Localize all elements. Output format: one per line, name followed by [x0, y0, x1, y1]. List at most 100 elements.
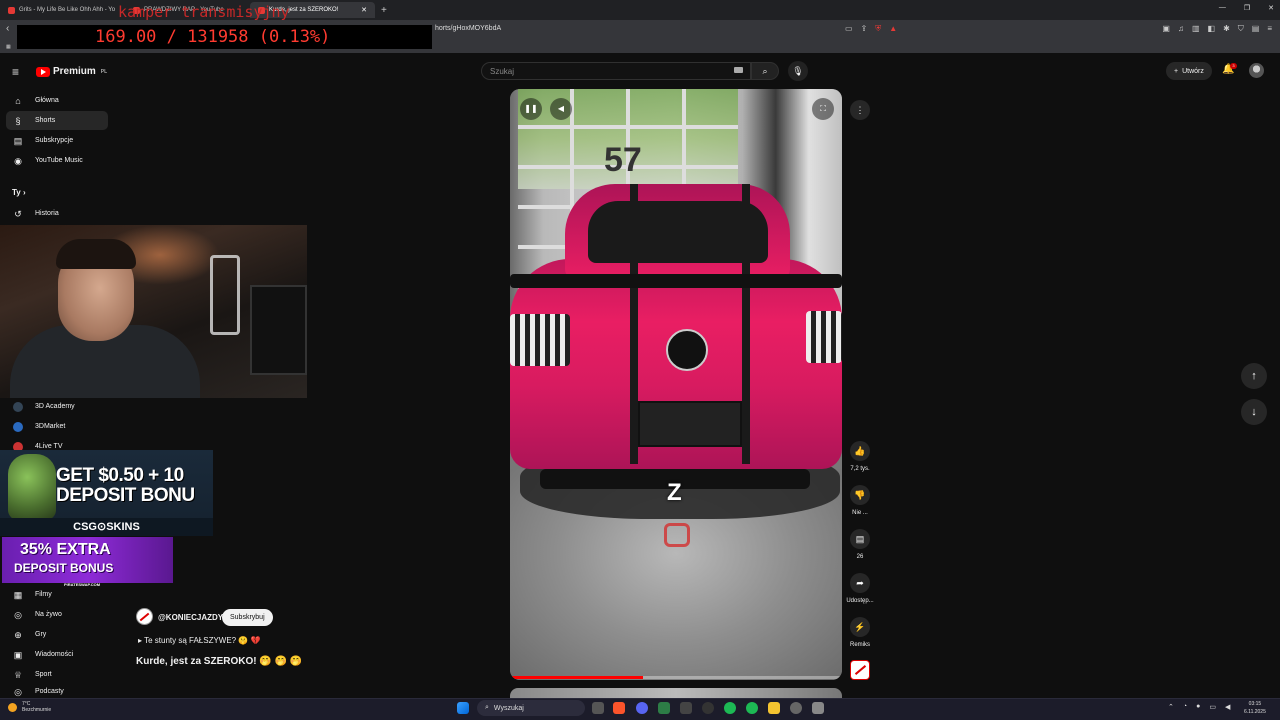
sidebar-toggle-icon[interactable]: ▣	[1162, 24, 1170, 34]
plus-icon: +	[1174, 67, 1179, 75]
weather-widget[interactable]: 7°C Bezchmurnie	[8, 701, 51, 713]
xbox-icon[interactable]	[658, 702, 670, 714]
sound-channel-avatar[interactable]	[850, 660, 870, 680]
cast-icon[interactable]: ▭	[845, 24, 853, 34]
account-avatar[interactable]	[1249, 63, 1264, 78]
taskbar-clock[interactable]: 03:15 6.11.2025	[1244, 700, 1266, 716]
csgoskins-logo: CSG⊙SKINS	[0, 518, 213, 536]
youtube-favicon-icon	[8, 6, 15, 14]
pirateswap-ad-banner[interactable]: 35% EXTRA DEPOSIT BONUS	[2, 537, 173, 583]
spotify-icon[interactable]	[724, 702, 736, 714]
media-player-icon[interactable]	[790, 702, 802, 714]
sidebar-item-movies[interactable]: ▦ Filmy	[6, 585, 108, 604]
playlist-link[interactable]: ▸ Te stunty są FAŁSZYWE? 🤫 💔	[138, 636, 261, 645]
youtube-premium-logo[interactable]: Premium PL	[36, 66, 107, 77]
wallet-icon[interactable]: ▤	[1252, 24, 1260, 34]
sidebar-item-home[interactable]: ⌂ Główna	[6, 91, 108, 110]
sidebar-item-gaming[interactable]: ⊕ Gry	[6, 625, 108, 644]
vpn-icon[interactable]: ⛉	[1238, 24, 1244, 34]
shield-extension-icon[interactable]: ⛨	[875, 24, 881, 34]
chevron-up-icon[interactable]: ⌃	[1168, 703, 1174, 711]
pause-button[interactable]: ❚❚	[520, 98, 542, 120]
sidebar-item-live[interactable]: ◎ Na żywo	[6, 605, 108, 624]
share-icon[interactable]: ⇪	[861, 24, 868, 34]
home-icon: ⌂	[15, 95, 21, 106]
csgoskins-ad-banner[interactable]: GET $0.50 + 10 DEPOSIT BONU CSG⊙SKINS	[0, 450, 213, 536]
restore-icon[interactable]: ❐	[1244, 4, 1250, 12]
search-input[interactable]: Szukaj	[481, 62, 751, 80]
tray-app-icon[interactable]: ◔	[1183, 703, 1187, 711]
spotify-alt-icon[interactable]	[746, 702, 758, 714]
taskbar-search[interactable]: ⌕ Wyszukaj	[477, 700, 585, 716]
dislike-action[interactable]: 👎 Nie ...	[845, 485, 875, 516]
sidebar-item-subscriptions[interactable]: ▤ Subskrypcje	[6, 131, 108, 150]
app-icon[interactable]	[680, 702, 692, 714]
remix-action[interactable]: ⚡ Remiks	[845, 617, 875, 648]
brave-browser-icon[interactable]	[613, 702, 625, 714]
obs-icon[interactable]	[702, 702, 714, 714]
sidebar-item-shorts[interactable]: § Shorts	[6, 111, 108, 130]
network-icon[interactable]: ▭	[1209, 703, 1216, 711]
extensions-icon[interactable]: ✱	[1223, 24, 1230, 34]
video-progress-bar[interactable]	[510, 676, 842, 679]
menu-icon[interactable]: ≡	[1267, 24, 1272, 34]
sidebar-item-sport[interactable]: ♕ Sport	[6, 665, 108, 684]
sidebar-item-history[interactable]: ↺ Historia	[6, 204, 108, 223]
thumbs-up-icon: 👍	[850, 441, 870, 461]
microphone-icon[interactable]: ●	[1196, 703, 1200, 711]
split-view-icon[interactable]: ◧	[1208, 24, 1216, 34]
url-field[interactable]: horts/gHoxMOY6bdA	[435, 25, 501, 32]
windows-start-icon[interactable]	[457, 702, 469, 714]
channel-name[interactable]: @KONIECJAZDY	[158, 613, 223, 622]
close-tab-icon[interactable]: ✕	[361, 6, 367, 14]
fullscreen-button[interactable]: ⛶	[812, 98, 834, 120]
short-video-player[interactable]: 57 Z ❚❚ ◀ ⛶	[510, 89, 842, 680]
more-vertical-icon: ⋮	[855, 105, 865, 115]
back-icon[interactable]: ‹	[6, 23, 9, 34]
volume-icon[interactable]: ◀	[1225, 703, 1230, 711]
hamburger-menu-icon[interactable]: ≡	[12, 65, 19, 79]
like-action[interactable]: 👍 7,2 tys.	[845, 441, 875, 472]
window-controls: — ❐ ✕	[1219, 4, 1274, 12]
share-action[interactable]: ➦ Udostęp...	[845, 573, 875, 604]
next-short-button[interactable]: ↓	[1241, 399, 1267, 425]
subscribe-button[interactable]: Subskrybuj	[222, 609, 273, 626]
voice-search-button[interactable]: 🎙	[788, 61, 808, 81]
comments-action[interactable]: ▤ 26	[845, 529, 875, 560]
channel-avatar[interactable]	[136, 608, 153, 625]
apps-grid-icon[interactable]: ▦	[6, 44, 11, 50]
arrow-down-icon: ↓	[1251, 406, 1257, 418]
video-car-stripe	[742, 184, 750, 464]
search-button[interactable]: ⌕	[751, 62, 779, 80]
task-view-icon[interactable]	[592, 702, 604, 714]
pause-icon: ❚❚	[524, 104, 538, 113]
ad-headline: GET $0.50 + 10 DEPOSIT BONU	[56, 466, 195, 506]
video-car-badge	[666, 329, 708, 371]
browser-tab-grits[interactable]: Grits - My Life Be Like Ohh Ahh - Yo	[0, 2, 125, 18]
more-options-button[interactable]: ⋮	[850, 100, 870, 120]
sidebar-item-music[interactable]: ◉ YouTube Music	[6, 151, 108, 170]
file-explorer-icon[interactable]	[768, 702, 780, 714]
sidebar-item-label: Wiadomości	[35, 651, 74, 658]
sidebar-item-news[interactable]: ▣ Wiadomości	[6, 645, 108, 664]
video-watermark-logo	[664, 523, 690, 547]
minimize-icon[interactable]: —	[1219, 4, 1226, 12]
sidebar-item-label: 4Live TV	[35, 443, 63, 450]
sidebar-item-label: Shorts	[35, 117, 56, 124]
new-tab-button[interactable]: +	[375, 5, 393, 16]
close-window-icon[interactable]: ✕	[1268, 4, 1274, 12]
calculator-icon[interactable]	[812, 702, 824, 714]
sidebar-item-podcasts[interactable]: ◎ Podcasty	[6, 685, 108, 698]
reading-list-icon[interactable]: ▥	[1192, 24, 1200, 34]
volume-button[interactable]: ◀	[550, 98, 572, 120]
rewards-icon[interactable]: ▲	[889, 24, 897, 34]
music-extension-icon[interactable]: ♫	[1178, 24, 1184, 34]
sidebar-you-header[interactable]: Ty ›	[12, 188, 26, 197]
sidebar-sub-3dmarket[interactable]: 3DMarket	[6, 417, 108, 436]
keyboard-icon[interactable]	[734, 67, 743, 73]
microphone-icon: 🎙	[792, 66, 804, 76]
create-button[interactable]: + Utwórz	[1166, 62, 1212, 80]
previous-short-button[interactable]: ↑	[1241, 363, 1267, 389]
sidebar-sub-3d-academy[interactable]: 3D Academy	[6, 397, 108, 416]
discord-icon[interactable]	[636, 702, 648, 714]
